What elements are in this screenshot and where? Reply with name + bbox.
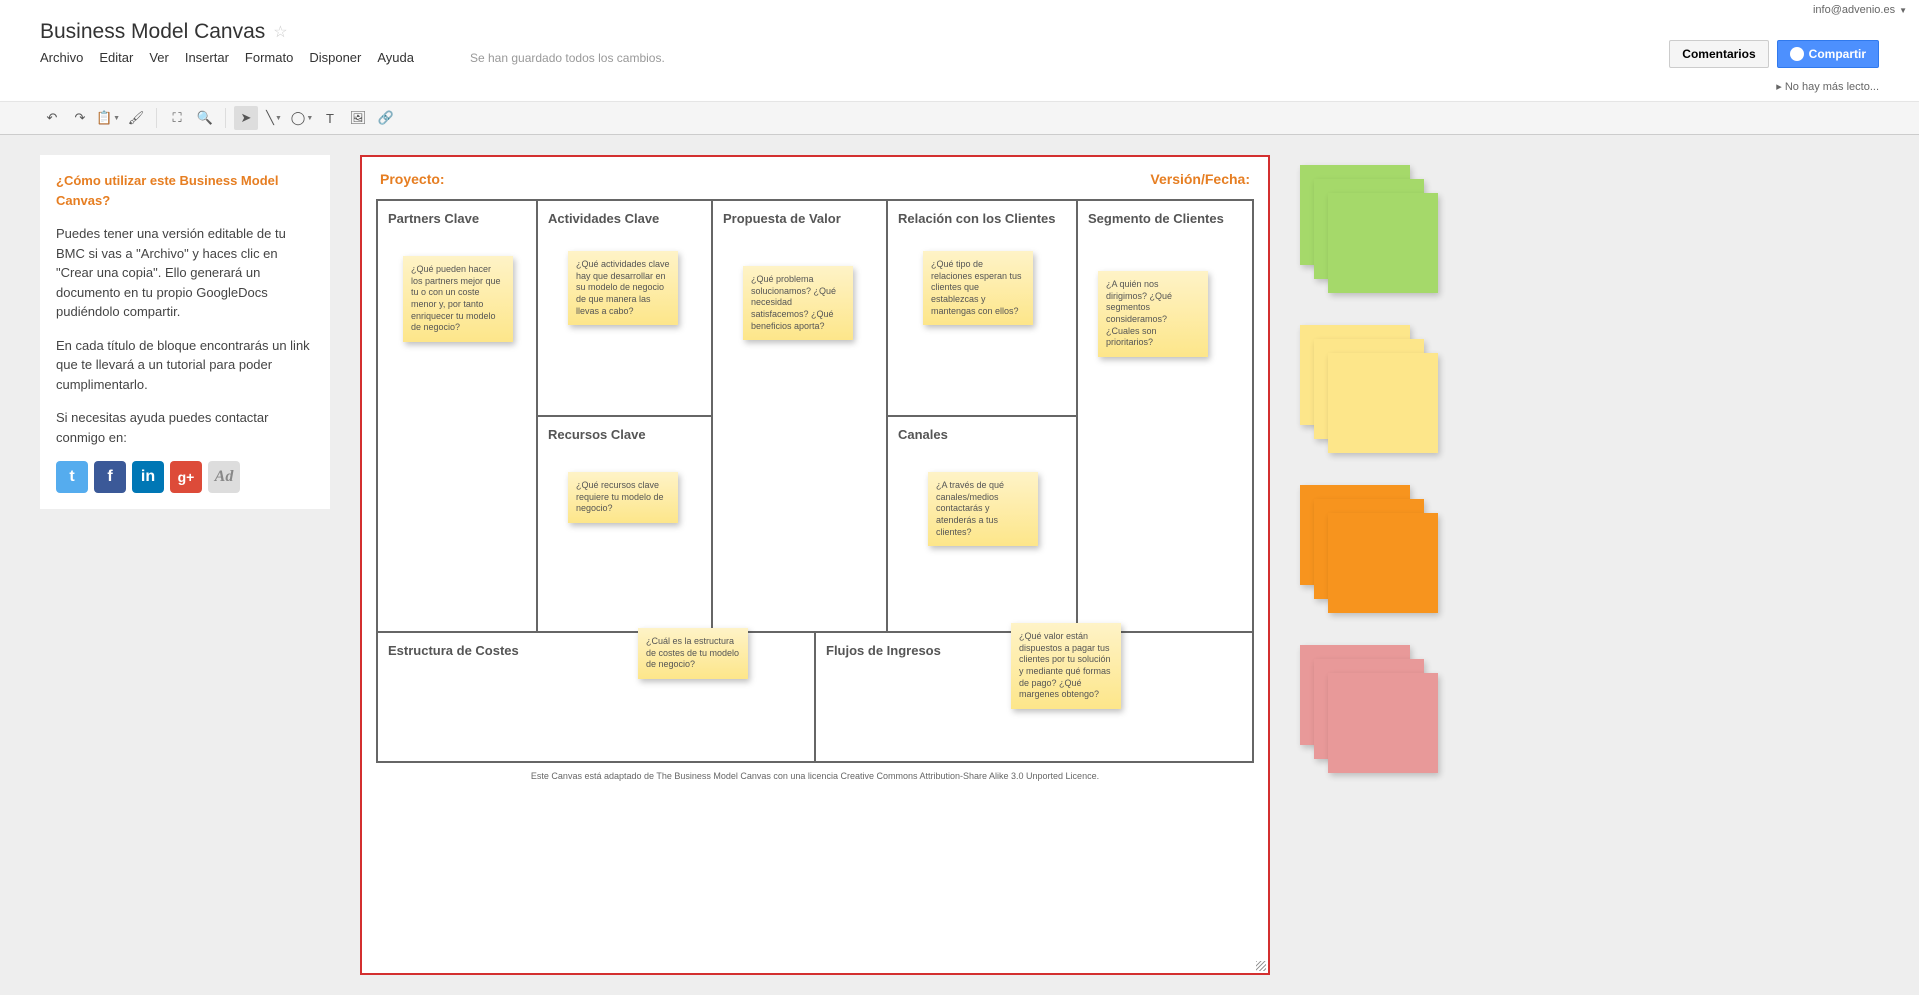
document-title[interactable]: Business Model Canvas [40, 20, 265, 44]
linkedin-icon[interactable]: in [132, 461, 164, 493]
zoom-fit-button[interactable]: ⛶ [165, 106, 189, 130]
zoom-button[interactable]: 🔍 [193, 106, 217, 130]
sticky-segments[interactable]: ¿A quién nos dirigimos? ¿Qué segmentos c… [1098, 271, 1208, 357]
sticky-relations[interactable]: ¿Qué tipo de relaciones esperan tus clie… [923, 251, 1033, 325]
advenio-icon[interactable]: Ad [208, 461, 240, 493]
globe-icon [1790, 47, 1804, 61]
undo-button[interactable]: ↶ [40, 106, 64, 130]
sticky-channels[interactable]: ¿A través de qué canales/medios contacta… [928, 472, 1038, 546]
menu-editar[interactable]: Editar [99, 50, 133, 65]
star-icon[interactable]: ☆ [273, 22, 287, 42]
menu-archivo[interactable]: Archivo [40, 50, 83, 65]
menu-bar: Archivo Editar Ver Insertar Formato Disp… [40, 50, 1669, 65]
user-email[interactable]: info@advenio.es▼ [1813, 4, 1907, 16]
menu-disponer[interactable]: Disponer [309, 50, 361, 65]
twitter-icon[interactable]: t [56, 461, 88, 493]
block-costs[interactable]: Estructura de Costes ¿Cuál es la estruct… [378, 633, 816, 761]
select-tool[interactable]: ➤ [234, 106, 258, 130]
sticky-partners[interactable]: ¿Qué pueden hacer los partners mejor que… [403, 256, 513, 342]
bmc-canvas[interactable]: Proyecto: Versión/Fecha: Partners Clave … [360, 155, 1270, 975]
help-p2: En cada título de bloque encontrarás un … [56, 336, 314, 395]
textbox-tool[interactable]: T [318, 106, 342, 130]
activities-title: Actividades Clave [548, 211, 701, 226]
sticky-stack-yellow[interactable] [1300, 325, 1430, 455]
sticky-stack-orange[interactable] [1300, 485, 1430, 615]
sticky-revenue[interactable]: ¿Qué valor están dispuestos a pagar tus … [1011, 623, 1121, 709]
sticky-stack-pink[interactable] [1300, 645, 1430, 775]
menu-formato[interactable]: Formato [245, 50, 293, 65]
comments-button[interactable]: Comentarios [1669, 40, 1768, 68]
paint-format-button[interactable]: 🖌 [124, 106, 148, 130]
sticky-costs[interactable]: ¿Cuál es la estructura de costes de tu m… [638, 628, 748, 679]
toolbar: ↶ ↷ 📋▼ 🖌 ⛶ 🔍 ➤ ╲▼ ◯▼ T 🖼 🔗 [0, 101, 1919, 135]
block-relations[interactable]: Relación con los Clientes ¿Qué tipo de r… [888, 201, 1076, 415]
canvas-footer: Este Canvas está adaptado de The Busines… [376, 771, 1254, 781]
segments-title: Segmento de Clientes [1088, 211, 1242, 226]
sticky-activities[interactable]: ¿Qué actividades clave hay que desarroll… [568, 251, 678, 325]
save-status: Se han guardado todos los cambios. [470, 51, 665, 65]
shape-tool[interactable]: ◯▼ [290, 106, 314, 130]
block-partners[interactable]: Partners Clave ¿Qué pueden hacer los par… [378, 201, 536, 631]
gplus-icon[interactable]: g+ [170, 461, 202, 493]
block-channels[interactable]: Canales ¿A través de qué canales/medios … [888, 415, 1076, 631]
image-tool[interactable]: 🖼 [346, 106, 370, 130]
proyecto-label: Proyecto: [380, 171, 445, 187]
channels-title: Canales [898, 427, 1066, 442]
sticky-palette [1300, 155, 1430, 975]
sticky-value[interactable]: ¿Qué problema solucionamos? ¿Qué necesid… [743, 266, 853, 340]
block-segments[interactable]: Segmento de Clientes ¿A quién nos dirigi… [1078, 201, 1252, 631]
redo-button[interactable]: ↷ [68, 106, 92, 130]
menu-ayuda[interactable]: Ayuda [377, 50, 414, 65]
readers-status[interactable]: No hay más lecto... [1776, 80, 1879, 93]
block-resources[interactable]: Recursos Clave ¿Qué recursos clave requi… [538, 415, 711, 631]
menu-ver[interactable]: Ver [149, 50, 169, 65]
partners-title: Partners Clave [388, 211, 526, 226]
value-title: Propuesta de Valor [723, 211, 876, 226]
sticky-resources[interactable]: ¿Qué recursos clave requiere tu modelo d… [568, 472, 678, 523]
link-tool[interactable]: 🔗 [374, 106, 398, 130]
facebook-icon[interactable]: f [94, 461, 126, 493]
help-p3: Si necesitas ayuda puedes contactar conm… [56, 408, 314, 447]
help-title: ¿Cómo utilizar este Business Model Canva… [56, 171, 314, 210]
help-panel: ¿Cómo utilizar este Business Model Canva… [40, 155, 330, 509]
block-value[interactable]: Propuesta de Valor ¿Qué problema solucio… [713, 201, 886, 631]
block-revenue[interactable]: Flujos de Ingresos ¿Qué valor están disp… [816, 633, 1252, 761]
caret-down-icon: ▼ [1899, 6, 1907, 15]
line-tool[interactable]: ╲▼ [262, 106, 286, 130]
relations-title: Relación con los Clientes [898, 211, 1066, 226]
resources-title: Recursos Clave [548, 427, 701, 442]
share-button[interactable]: Compartir [1777, 40, 1879, 68]
help-p1: Puedes tener una versión editable de tu … [56, 224, 314, 322]
block-activities[interactable]: Actividades Clave ¿Qué actividades clave… [538, 201, 711, 415]
version-label: Versión/Fecha: [1150, 171, 1250, 187]
sticky-stack-green[interactable] [1300, 165, 1430, 295]
menu-insertar[interactable]: Insertar [185, 50, 229, 65]
resize-handle[interactable] [1256, 961, 1266, 971]
clipboard-button[interactable]: 📋▼ [96, 106, 120, 130]
